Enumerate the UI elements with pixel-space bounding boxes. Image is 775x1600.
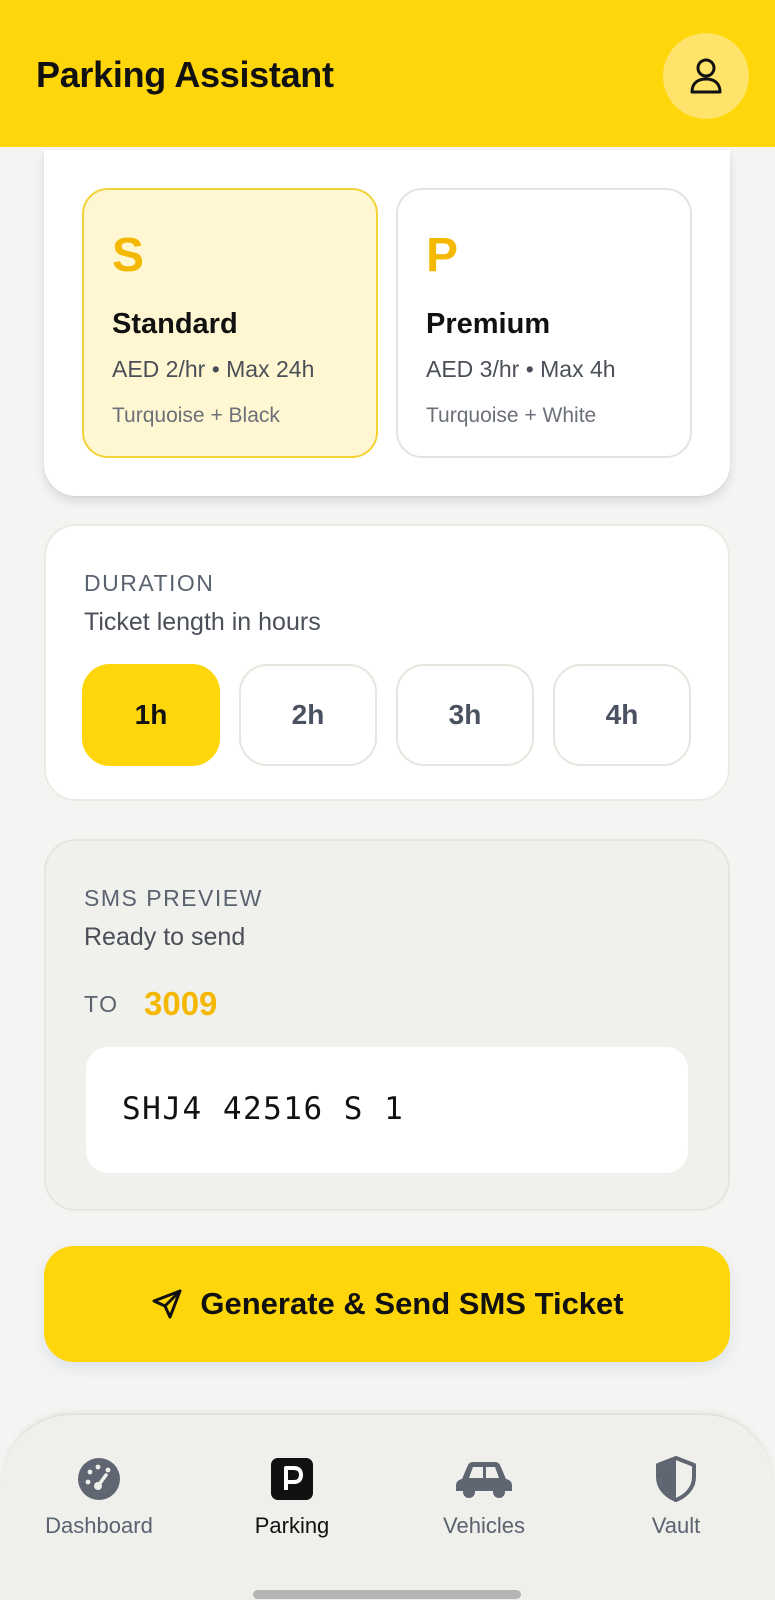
sms-message-box: SHJ4 42516 S 1 (86, 1047, 688, 1173)
send-sms-button[interactable]: Generate & Send SMS Ticket (44, 1246, 730, 1362)
zone-colors: Turquoise + White (426, 404, 597, 427)
zone-colors: Turquoise + Black (112, 404, 280, 427)
zone-option-premium[interactable]: P Premium AED 3/hr • Max 4h Turquoise + … (396, 188, 692, 458)
sms-preview-card: SMS PREVIEW Ready to send TO 3009 SHJ4 4… (44, 839, 730, 1211)
nav-item-vault[interactable]: Vault (586, 1455, 766, 1555)
app-header: Parking Assistant (0, 0, 775, 147)
zone-letter: S (112, 229, 145, 282)
duration-label: DURATION (84, 570, 215, 596)
nav-label: Vehicles (443, 1513, 525, 1538)
user-icon (690, 58, 722, 94)
nav-label: Vault (651, 1513, 701, 1538)
bottom-nav: Dashboard Parking Vehicles Vault (2, 1413, 773, 1600)
page-title: Parking Assistant (36, 54, 334, 95)
nav-item-parking[interactable]: Parking (202, 1455, 382, 1555)
nav-label: Dashboard (45, 1513, 153, 1538)
home-indicator (253, 1590, 521, 1599)
shield-icon (656, 1456, 696, 1502)
duration-option-1h[interactable]: 1h (82, 664, 220, 766)
zone-rate: AED 2/hr • Max 24h (112, 356, 315, 382)
duration-option-2h[interactable]: 2h (239, 664, 377, 766)
zone-option-standard[interactable]: S Standard AED 2/hr • Max 24h Turquoise … (82, 188, 378, 458)
profile-button[interactable] (663, 33, 749, 119)
zone-letter: P (426, 229, 459, 282)
parking-icon (271, 1458, 313, 1500)
sms-preview-label: SMS PREVIEW (84, 885, 263, 911)
nav-item-vehicles[interactable]: Vehicles (394, 1455, 574, 1555)
duration-option-4h[interactable]: 4h (553, 664, 691, 766)
sms-message-text: SHJ4 42516 S 1 (122, 1091, 405, 1127)
nav-label: Parking (254, 1513, 330, 1538)
zone-name: Standard (112, 308, 238, 340)
zone-selection-card: S Standard AED 2/hr • Max 24h Turquoise … (44, 150, 730, 496)
duration-option-3h[interactable]: 3h (396, 664, 534, 766)
nav-item-dashboard[interactable]: Dashboard (9, 1455, 189, 1555)
duration-subtitle: Ticket length in hours (84, 608, 321, 636)
sms-to-number: 3009 (144, 985, 218, 1022)
car-icon (456, 1462, 512, 1498)
zone-rate: AED 3/hr • Max 4h (426, 356, 616, 382)
zone-name: Premium (426, 308, 551, 340)
duration-card: DURATION Ticket length in hours 1h 2h 3h… (44, 524, 730, 801)
send-sms-label: Generate & Send SMS Ticket (200, 1286, 624, 1321)
dashboard-icon (78, 1458, 120, 1500)
send-icon (152, 1289, 182, 1319)
sms-to-label: TO (84, 991, 119, 1017)
sms-preview-subtitle: Ready to send (84, 923, 246, 951)
